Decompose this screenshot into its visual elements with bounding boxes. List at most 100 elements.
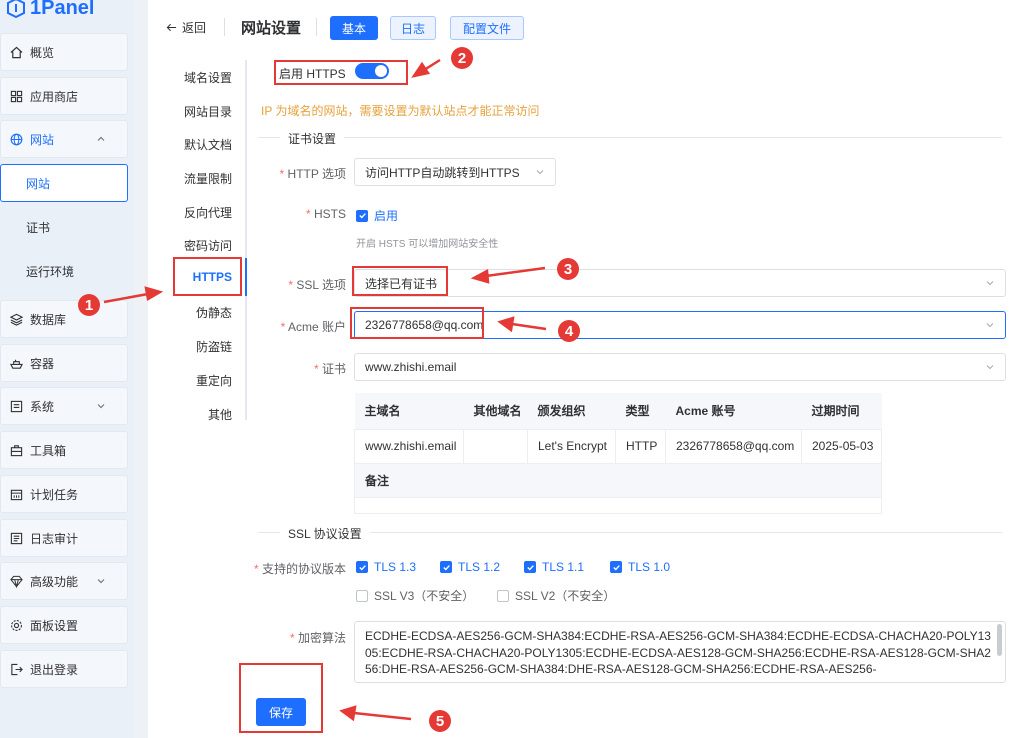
sidebar-item-certificates[interactable]: 证书 bbox=[0, 208, 128, 246]
grid-icon bbox=[9, 89, 23, 103]
logo-icon bbox=[7, 0, 25, 18]
required-mark: * bbox=[313, 362, 322, 376]
app-logo[interactable]: 1Panel bbox=[6, 0, 94, 22]
note-label: 备注 bbox=[354, 462, 882, 498]
checkbox-label: TLS 1.1 bbox=[542, 560, 585, 574]
http-option-label: * HTTP 选项 bbox=[258, 165, 346, 182]
table-cell bbox=[463, 428, 528, 464]
chevron-down-icon bbox=[97, 579, 105, 584]
acme-account-label: * Acme 账户 bbox=[258, 318, 346, 335]
ssl-section-divider bbox=[258, 532, 1002, 533]
checkbox-box bbox=[497, 589, 509, 602]
annotation-badge-1: 1 bbox=[78, 294, 100, 316]
divider bbox=[316, 18, 317, 36]
globe-icon bbox=[9, 132, 23, 146]
sidebar-item-system[interactable]: 系统 bbox=[0, 387, 128, 425]
annotation-badge-4: 4 bbox=[558, 320, 580, 342]
sidebar-item-label: 高级功能 bbox=[30, 574, 79, 589]
tls10-checkbox[interactable]: TLS 1.0 bbox=[610, 560, 670, 574]
subnav-other[interactable]: 其他 bbox=[148, 406, 244, 423]
sidebar-item-label: 应用商店 bbox=[30, 89, 79, 104]
sidebar-item-logout[interactable]: 退出登录 bbox=[0, 650, 128, 688]
table-cell: 2326778658@qq.com bbox=[665, 428, 802, 464]
sidebar-item-panel-settings[interactable]: 面板设置 bbox=[0, 606, 128, 644]
table-cell: 2025-05-03 bbox=[801, 428, 882, 464]
subnav-rewrite[interactable]: 伪静态 bbox=[148, 304, 244, 321]
hsts-checkbox[interactable]: 启用 bbox=[356, 207, 398, 224]
ssl-option-select[interactable]: 选择已有证书 bbox=[354, 269, 1006, 297]
toolbox-icon bbox=[9, 443, 23, 457]
checkbox-label: SSL V2（不安全） bbox=[515, 589, 616, 603]
check-icon bbox=[524, 561, 536, 573]
sidebar-item-label: 面板设置 bbox=[30, 618, 79, 633]
sidebar-item-log-audit[interactable]: 日志审计 bbox=[0, 519, 128, 557]
sslv2-checkbox[interactable]: SSL V2（不安全） bbox=[497, 587, 615, 604]
annotation-badge-5: 5 bbox=[429, 710, 451, 732]
tls12-checkbox[interactable]: TLS 1.2 bbox=[440, 560, 500, 574]
sidebar-item-cron[interactable]: 计划任务 bbox=[0, 475, 128, 513]
textarea-scrollbar[interactable] bbox=[997, 624, 1002, 656]
sidebar-item-advanced[interactable]: 高级功能 bbox=[0, 562, 128, 600]
sidebar-item-label: 计划任务 bbox=[30, 487, 79, 502]
log-icon bbox=[9, 531, 23, 545]
http-option-select[interactable]: 访问HTTP自动跳转到HTTPS bbox=[354, 158, 556, 186]
subnav-divider bbox=[245, 60, 247, 420]
subnav-password-access[interactable]: 密码访问 bbox=[148, 237, 244, 254]
cipher-label: * 加密算法 bbox=[258, 629, 346, 646]
checkbox-label: TLS 1.0 bbox=[628, 560, 671, 574]
ssl-option-label: * SSL 选项 bbox=[258, 276, 346, 293]
chevron-down-icon bbox=[536, 170, 544, 175]
sidebar-item-runtime[interactable]: 运行环境 bbox=[0, 252, 128, 290]
sidebar-item-label: 证书 bbox=[26, 220, 51, 235]
tls13-checkbox[interactable]: TLS 1.3 bbox=[356, 560, 416, 574]
chevron-up-icon bbox=[97, 136, 105, 141]
column-header: 颁发组织 bbox=[527, 393, 616, 430]
subnav-site-directory[interactable]: 网站目录 bbox=[148, 103, 244, 120]
sidebar-item-label: 数据库 bbox=[30, 312, 67, 327]
subnav-hotlink-protection[interactable]: 防盗链 bbox=[148, 338, 244, 355]
layers-icon bbox=[9, 312, 23, 326]
sidebar-item-database[interactable]: 数据库 bbox=[0, 300, 128, 338]
logout-icon bbox=[9, 662, 23, 676]
check-icon bbox=[356, 209, 368, 222]
chevron-down-icon bbox=[986, 365, 994, 370]
subnav-reverse-proxy[interactable]: 反向代理 bbox=[148, 204, 244, 221]
hsts-hint: 开启 HSTS 可以增加网站安全性 bbox=[356, 239, 499, 250]
sidebar-item-overview[interactable]: 概览 bbox=[0, 33, 128, 71]
annotation-box bbox=[173, 257, 242, 296]
subnav-traffic-limit[interactable]: 流量限制 bbox=[148, 170, 244, 187]
required-mark: * bbox=[305, 207, 314, 221]
sidebar-item-app-store[interactable]: 应用商店 bbox=[0, 77, 128, 115]
checkbox-label: TLS 1.3 bbox=[374, 560, 417, 574]
tab-logs[interactable]: 日志 bbox=[390, 16, 436, 40]
label-text: HSTS bbox=[313, 207, 346, 221]
monitor-icon bbox=[9, 399, 23, 413]
hsts-label: * HSTS bbox=[258, 207, 346, 221]
cipher-textarea[interactable]: ECDHE-ECDSA-AES256-GCM-SHA384:ECDHE-RSA-… bbox=[354, 621, 1006, 683]
sidebar-item-label: 系统 bbox=[30, 399, 55, 414]
ip-warning: IP 为域名的网站，需要设置为默认站点才能正常访问 bbox=[261, 104, 540, 118]
tab-config-file[interactable]: 配置文件 bbox=[450, 16, 524, 40]
chevron-down-icon bbox=[986, 323, 994, 328]
column-header: 过期时间 bbox=[801, 393, 882, 430]
label-text: 加密算法 bbox=[297, 631, 346, 645]
sidebar-item-container[interactable]: 容器 bbox=[0, 344, 128, 382]
sidebar-item-website-list[interactable]: 网站 bbox=[0, 164, 128, 202]
select-value: www.zhishi.email bbox=[365, 360, 457, 374]
sslv3-checkbox[interactable]: SSL V3（不安全） bbox=[356, 587, 474, 604]
subnav-default-doc[interactable]: 默认文档 bbox=[148, 136, 244, 153]
tab-basic[interactable]: 基本 bbox=[330, 16, 378, 40]
sidebar-item-toolbox[interactable]: 工具箱 bbox=[0, 431, 128, 469]
tls11-checkbox[interactable]: TLS 1.1 bbox=[524, 560, 584, 574]
certificate-select[interactable]: www.zhishi.email bbox=[354, 353, 1006, 381]
table-cell: Let's Encrypt bbox=[527, 428, 616, 464]
label-text: HTTP 选项 bbox=[287, 167, 346, 181]
subnav-domain[interactable]: 域名设置 bbox=[148, 69, 244, 86]
annotation-badge-3: 3 bbox=[557, 258, 579, 280]
sidebar-item-label: 日志审计 bbox=[30, 531, 79, 546]
back-button[interactable]: 返回 bbox=[166, 19, 206, 36]
sidebar-item-website[interactable]: 网站 bbox=[0, 120, 128, 158]
subnav-redirect[interactable]: 重定向 bbox=[148, 372, 244, 389]
table-row: www.zhishi.email Let's Encrypt HTTP 2326… bbox=[354, 428, 882, 464]
certificate-label: * 证书 bbox=[258, 360, 346, 377]
